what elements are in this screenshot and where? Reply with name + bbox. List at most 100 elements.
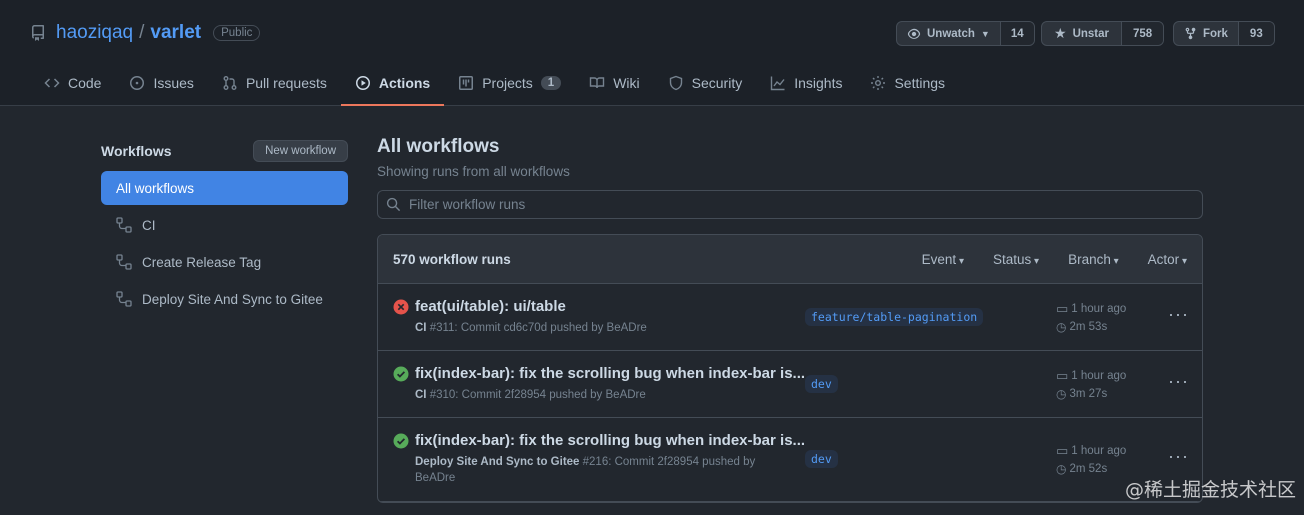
fork-label: Fork xyxy=(1203,27,1228,40)
filter-event-dropdown[interactable]: Event xyxy=(922,252,964,267)
repo-nav-tabs: Code Issues Pull requests Actions Projec… xyxy=(30,60,959,106)
watermark: @稀土掘金技术社区 xyxy=(1125,479,1297,501)
workflow-icon xyxy=(116,217,132,233)
pull-request-icon xyxy=(223,76,237,90)
gear-icon xyxy=(871,76,886,90)
workflow-item-label: All workflows xyxy=(116,180,195,196)
tab-security-label: Security xyxy=(691,75,743,91)
run-meta-text: #310: Commit 2f28954 pushed by BeADre xyxy=(426,389,646,401)
workflow-item-label: Create Release Tag xyxy=(142,254,262,270)
tab-pull-requests[interactable]: Pull requests xyxy=(208,60,341,106)
run-time: ▭ 1 hour ago ◷ 2m 53s xyxy=(1056,300,1126,336)
tab-security[interactable]: Security xyxy=(654,60,757,106)
tab-issues-label: Issues xyxy=(153,75,194,91)
filter-actor-dropdown[interactable]: Actor xyxy=(1148,252,1187,267)
run-title[interactable]: feat(ui/table): ui/table xyxy=(415,298,566,315)
workflow-item-create-release-tag[interactable]: Create Release Tag xyxy=(101,245,348,279)
kebab-menu-icon[interactable]: ··· xyxy=(1168,304,1189,325)
tab-pull-requests-label: Pull requests xyxy=(245,75,327,91)
tab-settings[interactable]: Settings xyxy=(856,60,959,106)
filter-status-dropdown[interactable]: Status xyxy=(993,252,1039,267)
tab-settings-label: Settings xyxy=(894,75,946,91)
workflows-sidebar: Workflows New workflow All workflows CI … xyxy=(101,138,348,319)
run-workflow-name: Deploy Site And Sync to Gitee xyxy=(415,456,580,468)
fork-group: Fork 93 xyxy=(1173,21,1275,46)
book-icon xyxy=(590,77,605,89)
unwatch-button[interactable]: Unwatch ▼ xyxy=(897,22,1000,45)
unstar-button[interactable]: ★ Unstar xyxy=(1042,22,1121,45)
workflow-list: All workflows CI Create Release Tag Depl… xyxy=(101,171,348,316)
tab-actions-label: Actions xyxy=(378,75,431,91)
page-title: All workflows xyxy=(377,136,500,157)
run-workflow-name: CI xyxy=(415,322,427,334)
repo-slash: / xyxy=(139,22,145,43)
tab-wiki-label: Wiki xyxy=(613,75,640,91)
page-subtitle: Showing runs from all workflows xyxy=(377,164,570,179)
filter-branch-dropdown[interactable]: Branch xyxy=(1068,252,1119,267)
tab-projects[interactable]: Projects 1 xyxy=(444,60,575,106)
run-meta-text: #311: Commit cd6c70d pushed by BeADre xyxy=(426,322,647,334)
search-icon xyxy=(386,197,401,212)
run-filters: Event Status Branch Actor xyxy=(922,252,1187,267)
run-meta: Deploy Site And Sync to Gitee #216: Comm… xyxy=(415,454,795,486)
project-icon xyxy=(459,76,474,90)
runs-header: 570 workflow runs Event Status Branch Ac… xyxy=(378,235,1202,284)
runs-count: 570 workflow runs xyxy=(393,251,511,267)
tab-actions[interactable]: Actions xyxy=(340,60,445,106)
workflow-run-row[interactable]: fix(index-bar): fix the scrolling bug wh… xyxy=(378,351,1202,418)
tab-code-label: Code xyxy=(68,75,102,91)
workflow-item-deploy-site[interactable]: Deploy Site And Sync to Gitee xyxy=(101,282,348,316)
workflow-run-row[interactable]: fix(index-bar): fix the scrolling bug wh… xyxy=(378,418,1202,502)
stopwatch-icon: ◷ xyxy=(1056,387,1067,401)
star-group: ★ Unstar 758 xyxy=(1041,21,1165,46)
graph-icon xyxy=(771,76,785,91)
tab-insights-label: Insights xyxy=(794,75,843,91)
issue-icon xyxy=(130,76,145,90)
visibility-badge: Public xyxy=(213,25,261,41)
calendar-icon: ▭ xyxy=(1056,368,1069,383)
repo-name-link[interactable]: varlet xyxy=(150,22,201,44)
branch-label[interactable]: dev xyxy=(805,450,838,468)
run-meta: CI #310: Commit 2f28954 pushed by BeADre xyxy=(415,387,795,403)
tab-insights[interactable]: Insights xyxy=(756,60,856,106)
sidebar-title: Workflows xyxy=(101,143,172,159)
fork-count[interactable]: 93 xyxy=(1237,22,1274,45)
workflow-item-all[interactable]: All workflows xyxy=(101,171,348,205)
main-content: All workflows Showing runs from all work… xyxy=(377,136,1203,503)
fork-icon xyxy=(1185,27,1196,40)
branch-label[interactable]: dev xyxy=(805,375,838,393)
kebab-menu-icon[interactable]: ··· xyxy=(1168,371,1189,392)
workflow-item-label: CI xyxy=(142,217,156,233)
branch-label[interactable]: feature/table-pagination xyxy=(805,308,984,326)
repo-owner-link[interactable]: haoziqaq xyxy=(56,22,133,44)
success-icon xyxy=(393,366,409,382)
success-icon xyxy=(393,433,409,449)
unstar-label: Unstar xyxy=(1072,27,1109,40)
tab-issues[interactable]: Issues xyxy=(115,60,207,106)
run-workflow-name: CI xyxy=(415,389,427,401)
tab-wiki[interactable]: Wiki xyxy=(575,60,653,106)
filter-runs-input[interactable] xyxy=(409,197,1194,212)
tab-code[interactable]: Code xyxy=(30,60,115,106)
workflow-icon xyxy=(116,254,132,270)
stopwatch-icon: ◷ xyxy=(1056,320,1067,334)
failure-icon xyxy=(393,299,409,315)
run-meta: CI #311: Commit cd6c70d pushed by BeADre xyxy=(415,320,795,336)
watch-count[interactable]: 14 xyxy=(999,22,1034,45)
run-title[interactable]: fix(index-bar): fix the scrolling bug wh… xyxy=(415,432,805,449)
eye-icon xyxy=(907,28,921,39)
run-time-ago: 1 hour ago xyxy=(1071,445,1127,457)
watch-group: Unwatch ▼ 14 xyxy=(896,21,1035,46)
workflow-item-ci[interactable]: CI xyxy=(101,208,348,242)
star-count[interactable]: 758 xyxy=(1121,22,1164,45)
kebab-menu-icon[interactable]: ··· xyxy=(1168,446,1189,467)
star-icon: ★ xyxy=(1054,25,1067,41)
sidebar-header: Workflows New workflow xyxy=(101,138,348,164)
tab-projects-label: Projects xyxy=(482,75,533,91)
fork-button[interactable]: Fork xyxy=(1174,22,1238,45)
projects-counter: 1 xyxy=(540,76,562,90)
new-workflow-button[interactable]: New workflow xyxy=(253,140,348,162)
workflow-run-row[interactable]: feat(ui/table): ui/table CI #311: Commit… xyxy=(378,284,1202,351)
repo-title: haoziqaq / varlet Public xyxy=(30,20,261,46)
run-title[interactable]: fix(index-bar): fix the scrolling bug wh… xyxy=(415,365,805,382)
